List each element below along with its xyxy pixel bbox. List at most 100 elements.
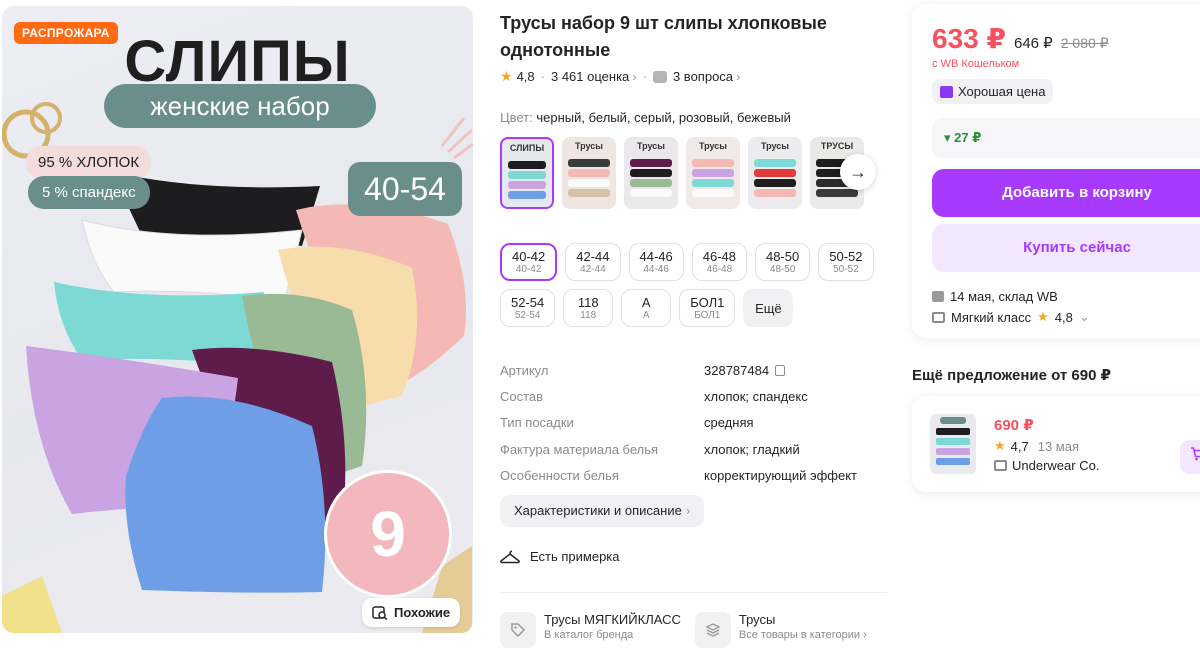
seller-info[interactable]: Мягкий класс ★ 4,8 ⌄ [932, 309, 1090, 325]
arrow-down-icon: ▾ [944, 130, 951, 145]
size-option[interactable]: БОЛ1 БОЛ1 [679, 289, 736, 327]
star-icon: ★ [1037, 309, 1049, 324]
color-line: Цвет: черный, белый, серый, розовый, беж… [500, 110, 791, 125]
swatches-next-button[interactable]: → [840, 154, 876, 190]
size-option[interactable]: 50-52 50-52 [818, 243, 874, 281]
delivery-info: 14 мая, склад WB [932, 289, 1058, 304]
swatch-4[interactable]: Трусы [686, 137, 740, 209]
swatch-label: Трусы [636, 141, 665, 151]
more-offers-title: Ещё предложение от 690 ₽ [912, 367, 1112, 384]
size-option[interactable]: 44-46 44-46 [628, 243, 684, 281]
question-icon [652, 70, 667, 83]
swatch-1[interactable]: СЛИПЫ [500, 137, 554, 209]
size-option[interactable]: 52-54 52-54 [500, 289, 556, 327]
spec-key: Тип посадки [500, 415, 574, 431]
product-title: Трусы набор 9 шт слипы хлопковые однотон… [500, 13, 827, 60]
chevron-right-icon: › [736, 69, 741, 84]
photo-subheadline: женские набор [104, 84, 376, 128]
offer-rating: 4,7 [1010, 438, 1029, 454]
swatch-label: Трусы [574, 141, 603, 151]
size-option[interactable]: 42-44 42-44 [565, 243, 621, 281]
spec-row: Состав хлопок; спандекс [500, 383, 880, 409]
spec-value: 328787484 [704, 362, 770, 378]
price-row: 633 ₽ 646 ₽ 2 080 ₽ [932, 22, 1109, 55]
sizes-more-button[interactable]: Ещё [743, 289, 794, 327]
similar-button[interactable]: Похожие [362, 598, 461, 627]
star-icon: ★ [994, 438, 1006, 453]
swatch-2[interactable]: Трусы [562, 137, 616, 209]
swatch-label: СЛИПЫ [509, 143, 545, 153]
good-price-badge: Хорошая цена [932, 79, 1054, 104]
size-option[interactable]: 40-42 40-42 [500, 243, 558, 281]
size-option[interactable]: 48-50 48-50 [755, 243, 811, 281]
offer-thumbnail [930, 414, 976, 474]
questions-link[interactable]: 3 вопроса [673, 69, 733, 84]
tag-icon [500, 612, 536, 648]
spec-row: Особенности белья корректирующий эффект [500, 463, 880, 489]
box-icon [932, 291, 944, 302]
price-old: 2 080 ₽ [1060, 35, 1109, 51]
spec-key: Особенности белья [500, 468, 619, 484]
cashback-row[interactable]: ▾ 27 ₽ › [932, 118, 1200, 158]
shop-icon [994, 460, 1007, 471]
characteristics-button[interactable]: Характеристики и описание › [500, 495, 705, 527]
buy-now-button[interactable]: Купить сейчас [932, 224, 1200, 272]
offer-price: 690 ₽ [994, 417, 1034, 434]
separator-dot: · [540, 69, 545, 84]
swatch-label: ТРУСЫ [820, 141, 854, 151]
seller-rating: 4,8 [1054, 309, 1073, 325]
offer-cart-button[interactable] [1180, 440, 1200, 474]
shop-icon [932, 311, 945, 323]
cashback-value: ▾ 27 ₽ [944, 130, 982, 145]
category-sub: Все товары в категории › [738, 629, 867, 641]
reviews-link[interactable]: 3 461 оценка [551, 69, 629, 84]
add-to-cart-button[interactable]: Добавить в корзину [932, 169, 1200, 217]
swatch-3[interactable]: Трусы [624, 137, 678, 209]
price-current: 633 ₽ [932, 23, 1006, 54]
seller-name: Мягкий класс [951, 309, 1032, 325]
product-page: РАСПРОЖАРА СЛИПЫ женские набор 95 % ХЛОП… [0, 0, 1200, 664]
size-option[interactable]: АА [621, 289, 672, 327]
chevron-down-icon: ⌄ [1078, 309, 1090, 324]
offer-rating-row: ★ 4,7 13 мая [994, 438, 1079, 454]
characteristics-label: Характеристики и описание [514, 503, 682, 518]
star-icon: ★ [500, 68, 513, 84]
spec-value: хлопок; гладкий [704, 441, 800, 457]
swatch-5[interactable]: Трусы [748, 137, 802, 209]
size-selector: 40-42 40-42 42-44 42-44 44-46 44-46 46-48 46… [500, 243, 880, 327]
offer-date: 13 мая [1037, 438, 1080, 454]
brand-sub: В каталог бренда [544, 629, 634, 641]
color-label: Цвет: [500, 110, 533, 125]
swatch-label: Трусы [760, 141, 789, 151]
chevron-right-icon: › [685, 503, 691, 518]
decor-yellow [2, 576, 62, 633]
spec-value: средняя [704, 415, 754, 431]
brand-links: Трусы МЯГКИЙКЛАСС В каталог бренда Трусы… [500, 612, 867, 648]
more-offer-card[interactable]: 690 ₽ ★ 4,7 13 мая Underwear Co. [912, 396, 1200, 492]
hanger-icon [500, 550, 520, 563]
decor-leaves [440, 117, 473, 160]
brand-catalog-link[interactable]: Трусы МЯГКИЙКЛАСС В каталог бренда [500, 612, 681, 648]
rating-row: ★ 4,8 · 3 461 оценка › · 3 вопроса › [500, 68, 740, 85]
separator-dot: · [642, 69, 647, 84]
category-link[interactable]: Трусы Все товары в категории › [694, 612, 867, 648]
offer-seller-row: Underwear Co. [994, 458, 1099, 473]
price-without-wallet: 646 ₽ [1013, 35, 1053, 52]
copy-icon[interactable] [775, 364, 786, 376]
size-option[interactable]: 46-48 46-48 [691, 243, 747, 281]
specs-table: Артикул 328787484 Состав хлопок; спандекс … [500, 357, 880, 489]
similar-label: Похожие [394, 605, 451, 620]
delivery-label: 14 мая, склад WB [950, 289, 1058, 304]
spec-row: Фактура материала белья хлопок; гладкий [500, 436, 880, 462]
photo-cotton-label: 95 % ХЛОПОК [26, 146, 152, 179]
category-title: Трусы [738, 612, 776, 627]
size-option[interactable]: 118 118 [563, 289, 614, 327]
offer-seller: Underwear Co. [1012, 458, 1100, 473]
photo-seal: 9 [324, 470, 452, 598]
spec-row: Тип посадки средняя [500, 410, 880, 436]
color-swatches: СЛИПЫ Трусы Трусы Трусы Трусы ТРУСЫ [500, 137, 864, 209]
chevron-right-icon: › [632, 69, 637, 84]
spec-value: корректирующий эффект [704, 468, 858, 484]
product-photo[interactable]: РАСПРОЖАРА СЛИПЫ женские набор 95 % ХЛОП… [2, 6, 473, 633]
photo-size-range: 40-54 [348, 162, 462, 216]
